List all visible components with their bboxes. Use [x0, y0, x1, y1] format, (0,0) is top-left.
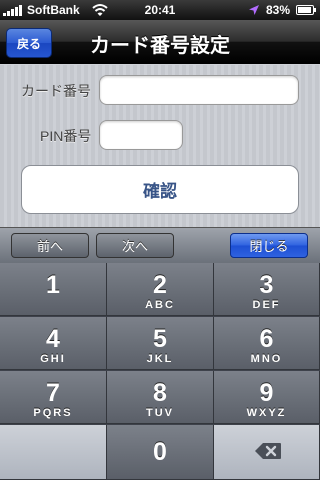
- battery-icon: [296, 5, 316, 15]
- pin-field[interactable]: [99, 120, 183, 150]
- key-letters: DEF: [252, 299, 281, 311]
- key-letters: GHI: [40, 353, 66, 365]
- key-letters: ABC: [145, 299, 175, 311]
- card-number-field[interactable]: [99, 75, 299, 105]
- key-letters: MNO: [250, 353, 283, 365]
- battery-percent: 83%: [266, 3, 291, 17]
- key-number: 7: [46, 379, 60, 407]
- key-number: 8: [153, 379, 167, 407]
- key-number: 4: [46, 325, 60, 353]
- card-number-label: カード番号: [21, 83, 91, 99]
- key-8[interactable]: 8 TUV: [107, 371, 214, 424]
- key-1[interactable]: 1: [0, 263, 107, 316]
- confirm-button[interactable]: 確認: [21, 165, 299, 214]
- key-number: 6: [259, 325, 274, 353]
- key-3[interactable]: 3 DEF: [214, 263, 320, 316]
- key-number: 5: [153, 325, 167, 353]
- key-number: 1: [46, 271, 60, 299]
- key-number: 9: [259, 379, 274, 407]
- card-form: カード番号 PIN番号 確認: [0, 65, 320, 227]
- key-9[interactable]: 9 WXYZ: [214, 371, 320, 424]
- numeric-keypad: 1 2 ABC 3 DEF 4 GHI 5 JKL 6 MNO 7 PQRS 8…: [0, 263, 320, 480]
- key-0[interactable]: 0: [107, 425, 214, 480]
- delete-key[interactable]: [214, 425, 320, 480]
- key-letters: WXYZ: [246, 407, 287, 419]
- key-letters: JKL: [146, 353, 174, 365]
- key-number: 2: [153, 271, 167, 299]
- close-button[interactable]: 閉じる: [230, 233, 308, 258]
- key-letters: PQRS: [33, 407, 73, 419]
- backspace-icon: [255, 443, 281, 459]
- location-arrow-icon: [249, 5, 259, 15]
- navigation-bar: 戻る カード番号設定: [0, 20, 320, 64]
- key-4[interactable]: 4 GHI: [0, 317, 107, 370]
- key-7[interactable]: 7 PQRS: [0, 371, 107, 424]
- key-letters: TUV: [146, 407, 174, 419]
- next-button[interactable]: 次へ: [96, 233, 174, 258]
- key-number: 0: [153, 438, 167, 466]
- blank-key: [0, 425, 107, 480]
- key-6[interactable]: 6 MNO: [214, 317, 320, 370]
- page-title: カード番号設定: [90, 35, 230, 57]
- status-bar: SoftBank 20:41 83%: [0, 0, 320, 20]
- keyboard-accessory-bar: 前へ 次へ 閉じる: [0, 227, 320, 263]
- pin-label: PIN番号: [40, 128, 92, 144]
- key-2[interactable]: 2 ABC: [107, 263, 214, 316]
- prev-button[interactable]: 前へ: [11, 233, 89, 258]
- key-5[interactable]: 5 JKL: [107, 317, 214, 370]
- key-number: 3: [259, 271, 274, 299]
